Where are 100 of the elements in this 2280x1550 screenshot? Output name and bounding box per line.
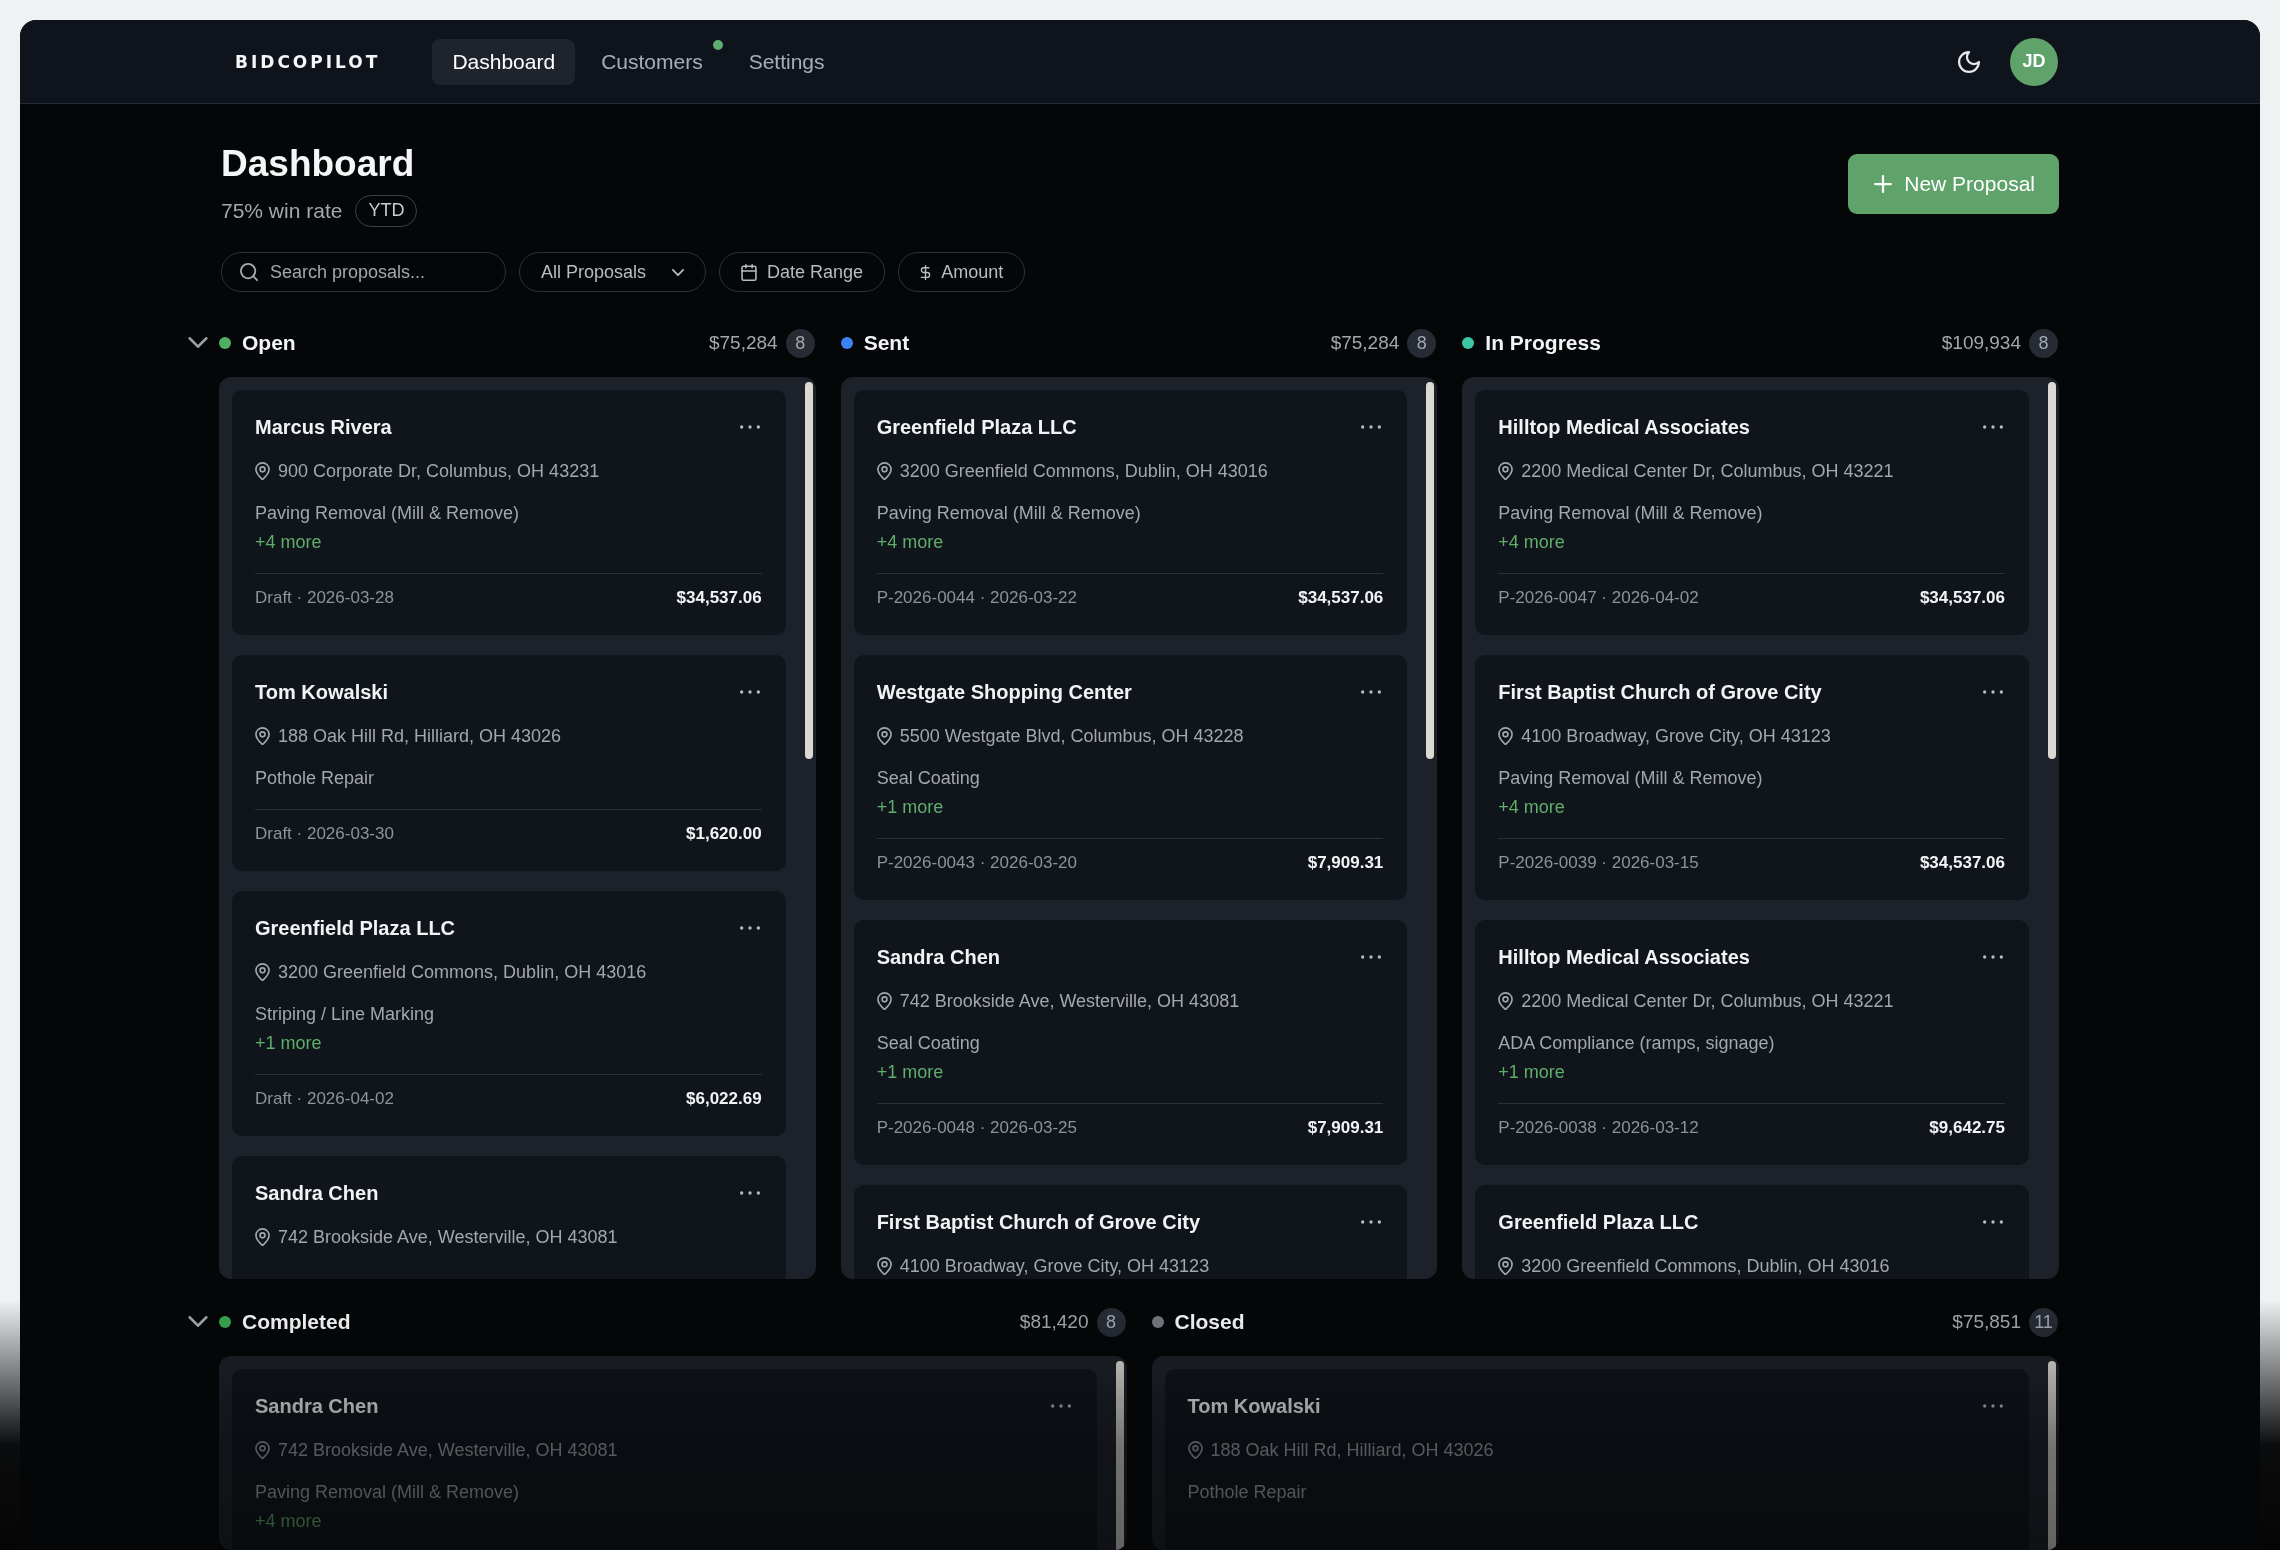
proposal-card[interactable]: First Baptist Church of Grove City 4100 Broadway, Grove City, OH 43123 [853,1185,1408,1279]
ellipsis-icon[interactable] [1983,425,2003,429]
map-pin-icon [1498,462,1514,480]
proposal-meta: P-2026-0048 · 2026-03-25 [876,1117,1078,1139]
ellipsis-icon[interactable] [1983,1220,2003,1224]
proposal-card[interactable]: Greenfield Plaza LLC 3200 Greenfield Commons, Dublin, OH 43016 [1475,1185,2029,1279]
ellipsis-icon[interactable] [739,926,760,930]
proposal-meta: P-2026-0044 · 2026-03-22 [876,587,1078,609]
address-text: 3200 Greenfield Commons, Dublin, OH 43016 [899,460,1268,483]
proposal-card[interactable]: Hilltop Medical Associates 2200 Medical Center Dr, Columbus, OH 43221 Paving Removal (Mill & Remove) +4 more P-2026-0047 · 2026-04-02 $34,537.06 [1475,390,2029,635]
nav-tab[interactable]: Settings [728,38,845,85]
proposal-card[interactable]: Marcus Rivera 900 Corporate Dr, Columbus, OH 43231 Paving Removal (Mill & Remove) +4 more Draft · 2026-03-28 $34,537.06 [232,390,786,635]
proposal-card[interactable]: Hilltop Medical Associates 2200 Medical Center Dr, Columbus, OH 43221 ADA Compliance (ramps, signage) +1 more P-2026-0038 · 2026-03-12 $9,642.75 [1475,920,2029,1165]
win-rate-text: 75% win rate [221,199,343,223]
map-pin-icon [255,1441,270,1459]
proposal-card[interactable]: Tom Kowalski 188 Oak Hill Rd, Hilliard, OH 43026 Pothole Repair Draft · 2026-03-30 $1,620.00 [232,655,786,871]
address-text: 188 Oak Hill Rd, Hilliard, OH 43026 [278,725,562,748]
address-text: 4100 Broadway, Grove City, OH 43123 [1521,725,1831,748]
proposal-card[interactable]: Tom Kowalski 188 Oak Hill Rd, Hilliard, OH 43026 Pothole Repair [1164,1369,2029,1550]
ellipsis-icon[interactable] [739,1191,760,1195]
ellipsis-icon[interactable] [1983,955,2003,959]
dollar-sign-icon [920,263,932,281]
more-link[interactable]: +1 more [1498,1059,1565,1085]
column-total: $81,420 [1019,1311,1089,1333]
more-link[interactable]: +4 more [1498,529,1565,555]
column-title: Completed [242,1310,351,1334]
more-link[interactable]: +4 more [876,529,944,555]
map-pin-icon [255,727,270,745]
amount-text: $34,537.06 [676,587,762,609]
scrollbar-thumb[interactable] [804,382,813,759]
scrollbar-thumb[interactable] [2048,382,2056,759]
ellipsis-icon[interactable] [1361,955,1382,959]
customer-name: First Baptist Church of Grove City [1498,680,1822,705]
ellipsis-icon[interactable] [1050,1404,1071,1408]
amount-text: $7,909.31 [1307,852,1384,874]
ellipsis-icon[interactable] [1361,1220,1382,1224]
amount-text: $7,909.31 [1307,1117,1384,1139]
proposal-card[interactable]: Greenfield Plaza LLC 3200 Greenfield Commons, Dublin, OH 43016 Paving Removal (Mill & Remove) +4 more P-2026-0044 · 2026-03-22 $34,537.06 [853,390,1408,635]
plus-icon [1874,175,1893,193]
calendar-icon [741,263,758,281]
nav-tab[interactable]: Dashboard [432,38,576,85]
address-text: 742 Brookside Ave, Westerville, OH 43081 [278,1439,618,1462]
search-icon [240,263,258,281]
count-badge: 8 [1407,328,1437,358]
ellipsis-icon[interactable] [1361,690,1382,694]
more-link[interactable]: +1 more [876,794,944,820]
scrollbar-thumb[interactable] [1426,382,1435,759]
nav-tab[interactable]: Customers [581,38,723,85]
brand-logo[interactable]: BIDCOPILOT [235,51,381,72]
search-field[interactable]: Search proposals... [221,252,506,292]
proposal-card[interactable]: Sandra Chen 742 Brookside Ave, Westerville, OH 43081 Seal Coating +1 more P-2026-0048 · 2026-03-25 $7,909.31 [853,920,1408,1165]
ellipsis-icon[interactable] [739,425,760,429]
more-link[interactable]: +4 more [255,529,322,555]
proposal-card[interactable]: Sandra Chen 742 Brookside Ave, Westerville, OH 43081 [232,1156,786,1279]
proposal-meta: P-2026-0039 · 2026-03-15 [1498,852,1699,874]
column-total: $75,284 [1330,332,1400,354]
address-text: 742 Brookside Ave, Westerville, OH 43081 [278,1226,618,1249]
count-badge: 8 [2029,328,2058,358]
ellipsis-icon[interactable] [1361,425,1382,429]
proposal-card[interactable]: Sandra Chen 742 Brookside Ave, Westerville, OH 43081 Paving Removal (Mill & Remove) +4 more [232,1369,1097,1550]
map-pin-icon [1187,1441,1203,1459]
chevron-down-icon[interactable] [188,337,208,348]
map-pin-icon [876,1257,892,1275]
ellipsis-icon[interactable] [1983,1404,2003,1408]
service-text: Paving Removal (Mill & Remove) [1498,767,1764,790]
customer-name: Sandra Chen [255,1394,379,1419]
customer-name: Greenfield Plaza LLC [255,916,456,941]
service-text: Paving Removal (Mill & Remove) [255,502,521,525]
ellipsis-icon[interactable] [739,690,760,694]
service-text: ADA Compliance (ramps, signage) [1498,1032,1776,1055]
more-link[interactable]: +1 more [255,1030,322,1056]
proposal-meta: Draft · 2026-03-28 [255,587,394,609]
count-badge: 8 [1096,1307,1126,1337]
more-link[interactable]: +1 more [876,1059,944,1085]
proposal-card[interactable]: Greenfield Plaza LLC 3200 Greenfield Commons, Dublin, OH 43016 Striping / Line Marking +1 more Draft · 2026-04-02 $6,022.69 [232,891,786,1136]
map-pin-icon [255,462,270,480]
service-text: Pothole Repair [255,767,376,790]
column-title: Sent [863,331,910,355]
proposal-meta: P-2026-0043 · 2026-03-20 [876,852,1078,874]
column-title: Closed [1174,1310,1245,1334]
column-total: $75,851 [1952,1311,2021,1333]
map-pin-icon [1498,727,1514,745]
moon-icon[interactable] [1958,50,1980,73]
column-title: Open [242,331,296,355]
customer-name: Hilltop Medical Associates [1498,415,1750,440]
amount-text: $34,537.06 [1919,852,2005,874]
amount-text: $34,537.06 [1919,587,2005,609]
proposal-meta: Draft · 2026-03-30 [255,823,394,845]
proposal-card[interactable]: First Baptist Church of Grove City 4100 Broadway, Grove City, OH 43123 Paving Removal (Mill & Remove) +4 more P-2026-0039 · 2026-03-15 $34,537.06 [1475,655,2029,900]
column-title: In Progress [1485,331,1601,355]
chevron-down-icon [672,268,685,276]
address-text: 5500 Westgate Blvd, Columbus, OH 43228 [899,725,1244,748]
ellipsis-icon[interactable] [1983,690,2003,694]
address-text: 3200 Greenfield Commons, Dublin, OH 43016 [1521,1255,1890,1278]
customer-name: Tom Kowalski [1187,1394,1321,1419]
chevron-down-icon[interactable] [188,1316,208,1327]
map-pin-icon [1498,992,1514,1010]
map-pin-icon [876,992,892,1010]
proposal-card[interactable]: Westgate Shopping Center 5500 Westgate Blvd, Columbus, OH 43228 Seal Coating +1 more P-2026-0043 · 2026-03-20 $7,909.31 [853,655,1408,900]
more-link[interactable]: +4 more [1498,794,1565,820]
